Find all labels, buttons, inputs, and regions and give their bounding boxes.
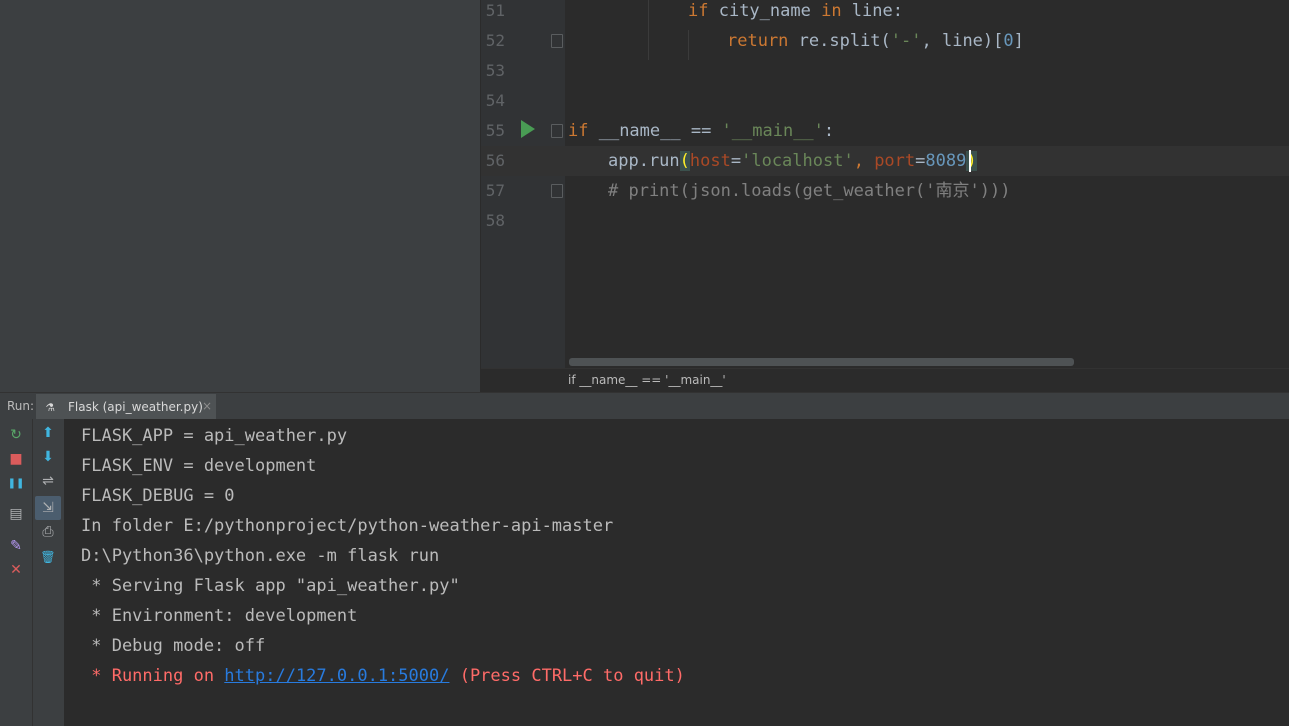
console-line: FLASK_ENV = development — [81, 456, 317, 476]
pin-icon[interactable]: ✎ — [6, 536, 26, 556]
trash-icon[interactable]: 🗑 — [38, 547, 58, 567]
soft-wrap-icon[interactable]: ⇌ — [38, 471, 58, 491]
console-line: * Serving Flask app "api_weather.py" — [81, 576, 460, 596]
flask-config-icon: ⚗ — [46, 399, 55, 415]
code-line-54[interactable]: 54 — [481, 86, 1289, 116]
code-line-55[interactable]: 55 if __name__ == '__main__': — [481, 116, 1289, 146]
project-panel — [0, 0, 480, 392]
rerun-icon[interactable]: ↻ — [6, 425, 26, 445]
line-number: 51 — [485, 1, 505, 20]
close-icon[interactable]: ✕ — [6, 560, 26, 580]
fold-end-icon[interactable] — [551, 34, 563, 48]
line-number: 57 — [485, 181, 505, 200]
line-number: 56 — [485, 151, 505, 170]
run-tool-window-header: Run: ⚗ Flask (api_weather.py) × — [0, 392, 1289, 420]
breadcrumb-item[interactable]: if __name__ == '__main__' — [568, 373, 726, 387]
run-toolbar-secondary: ⬆ ⬇ ⇌ ⇲ ⎙ 🗑 — [33, 419, 64, 726]
code-line-57[interactable]: 57 # print(json.loads(get_weather('南京'))… — [481, 176, 1289, 206]
code-text: if __name__ == '__main__': — [568, 121, 835, 141]
code-line-52[interactable]: 52 return re.split('-', line)[0] — [481, 26, 1289, 56]
print-icon[interactable]: ⎙ — [38, 522, 58, 542]
horizontal-scrollbar[interactable] — [569, 358, 1074, 366]
run-tab-flask[interactable]: ⚗ Flask (api_weather.py) × — [36, 394, 216, 419]
run-label: Run: — [7, 399, 35, 413]
line-number: 55 — [485, 121, 505, 140]
run-tab-title: Flask (api_weather.py) — [68, 400, 203, 414]
pause-icon[interactable]: ❚❚ — [6, 473, 26, 493]
dump-threads-icon[interactable]: ▤ — [6, 504, 26, 524]
fold-start-icon[interactable] — [551, 124, 563, 138]
close-icon[interactable]: × — [202, 399, 212, 413]
arrow-down-icon[interactable]: ⬇ — [38, 447, 58, 467]
code-line-56[interactable]: 56 app.run(host='localhost', port=8089) — [481, 146, 1289, 176]
breadcrumb[interactable]: if __name__ == '__main__' — [481, 368, 1289, 392]
code-line-58[interactable]: 58 — [481, 206, 1289, 236]
code-editor[interactable]: 51 if city_name in line: 52 return re.sp… — [481, 0, 1289, 392]
line-number: 58 — [485, 211, 505, 230]
line-number: 54 — [485, 91, 505, 110]
line-number: 52 — [485, 31, 505, 50]
console-line-running: * Running on http://127.0.0.1:5000/ (Pre… — [81, 666, 685, 686]
code-line-51[interactable]: 51 if city_name in line: — [481, 0, 1289, 26]
code-comment: # print(json.loads(get_weather('南京'))) — [608, 181, 1011, 201]
console-output[interactable]: FLASK_APP = api_weather.py FLASK_ENV = d… — [64, 419, 1289, 726]
line-number: 53 — [485, 61, 505, 80]
code-text: app.run(host='localhost', port=8089) — [608, 151, 977, 171]
console-line: FLASK_APP = api_weather.py — [81, 426, 348, 446]
console-line: * Environment: development — [81, 606, 358, 626]
code-text: return re.split('-', line)[0] — [727, 31, 1024, 51]
stop-icon[interactable]: ■ — [6, 449, 26, 469]
text-caret — [969, 150, 971, 172]
arrow-up-icon[interactable]: ⬆ — [38, 423, 58, 443]
console-line: D:\Python36\python.exe -m flask run — [81, 546, 440, 566]
code-line-53[interactable]: 53 — [481, 56, 1289, 86]
code-text: if city_name in line: — [688, 1, 903, 21]
scroll-to-end-icon[interactable]: ⇲ — [35, 496, 61, 520]
run-gutter-icon[interactable] — [521, 120, 535, 138]
server-url-link[interactable]: http://127.0.0.1:5000/ — [224, 666, 449, 686]
console-line: In folder E:/pythonproject/python-weathe… — [81, 516, 614, 536]
console-line: FLASK_DEBUG = 0 — [81, 486, 235, 506]
console-line: * Debug mode: off — [81, 636, 266, 656]
run-toolbar-primary: ↻ ■ ❚❚ ▤ ✎ ✕ — [0, 419, 33, 726]
fold-end-icon[interactable] — [551, 184, 563, 198]
